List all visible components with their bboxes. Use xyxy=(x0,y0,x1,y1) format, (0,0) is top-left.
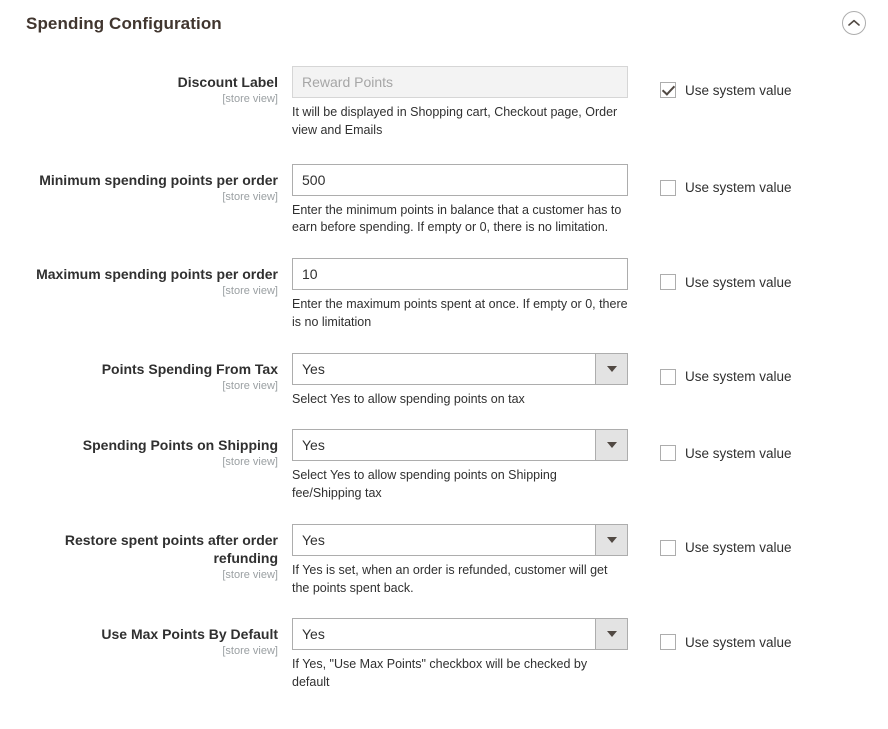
field-row: Use Max Points By Default [store view] Yes… xyxy=(0,618,888,692)
select-value: Yes xyxy=(302,360,325,377)
use-system-value-container: Use system value xyxy=(628,429,888,462)
checkbox-unchecked-icon[interactable] xyxy=(660,368,676,385)
use-system-value-checkbox[interactable]: Use system value xyxy=(660,361,888,385)
use-system-value-checkbox[interactable]: Use system value xyxy=(660,532,888,556)
checkbox-unchecked-icon[interactable] xyxy=(660,539,676,556)
field-comment: Select Yes to allow spending points on S… xyxy=(292,468,557,500)
field-row: Points Spending From Tax [store view] Yes S… xyxy=(0,352,888,409)
use-system-value-label: Use system value xyxy=(685,540,792,556)
field-label: Points Spending From Tax [store view] xyxy=(0,353,292,393)
field-label-text: Minimum spending points per order xyxy=(39,171,278,188)
chevron-down-icon[interactable] xyxy=(595,430,627,461)
field-label: Discount Label [store view] xyxy=(0,66,292,106)
field-scope-label: [store view] xyxy=(222,93,278,106)
use-system-value-checkbox[interactable]: Use system value xyxy=(660,74,888,98)
select-dropdown[interactable]: Yes xyxy=(292,352,628,385)
select-value: Yes xyxy=(302,531,325,548)
use-system-value-label: Use system value xyxy=(685,445,792,461)
text-input[interactable] xyxy=(292,258,628,290)
field-scope-label: [store view] xyxy=(222,379,278,392)
use-system-value-container: Use system value xyxy=(628,353,888,385)
checkbox-unchecked-icon[interactable] xyxy=(660,179,676,196)
field-row: Spending Points on Shipping [store view] Y… xyxy=(0,429,888,503)
field-comment: It will be displayed in Shopping cart, C… xyxy=(292,105,618,137)
chevron-down-icon[interactable] xyxy=(595,353,627,384)
caret-glyph xyxy=(606,442,617,449)
field-scope-label: [store view] xyxy=(222,285,278,298)
field-control: Enter the minimum points in balance that… xyxy=(292,163,628,238)
caret-glyph xyxy=(606,365,617,372)
use-system-value-checkbox[interactable]: Use system value xyxy=(660,437,888,462)
field-row: Restore spent points after order refundi… xyxy=(0,523,888,598)
field-label: Minimum spending points per order [store … xyxy=(0,164,292,204)
use-system-value-label: Use system value xyxy=(685,634,792,650)
field-label-text: Use Max Points By Default xyxy=(101,626,278,643)
field-control: Yes If Yes, "Use Max Points" checkbox wil… xyxy=(292,618,628,692)
checkbox-checked-icon[interactable] xyxy=(660,82,676,98)
field-label-text: Restore spent points after order refundi… xyxy=(64,531,278,566)
field-scope-label: [store view] xyxy=(222,456,278,469)
field-control: It will be displayed in Shopping cart, C… xyxy=(292,66,628,140)
field-control: Yes Select Yes to allow spending points o… xyxy=(292,429,628,503)
field-comment: Select Yes to allow spending points on t… xyxy=(292,391,525,406)
field-label: Maximum spending points per order [store … xyxy=(0,258,292,298)
field-comment: If Yes, "Use Max Points" checkbox will b… xyxy=(292,657,588,689)
select-value: Yes xyxy=(302,626,325,643)
field-label-text: Points Spending From Tax xyxy=(101,360,278,377)
chevron-down-icon[interactable] xyxy=(595,619,627,650)
caret-glyph xyxy=(606,631,617,638)
use-system-value-label: Use system value xyxy=(685,369,792,384)
field-label: Use Max Points By Default [store view] xyxy=(0,618,292,658)
chevron-down-icon[interactable] xyxy=(595,524,627,555)
select-dropdown[interactable]: Yes xyxy=(292,429,628,462)
field-comment: Enter the minimum points in balance that… xyxy=(292,202,622,235)
section-header[interactable]: Spending Configuration xyxy=(0,0,888,48)
use-system-value-container: Use system value xyxy=(628,524,888,556)
field-scope-label: [store view] xyxy=(222,645,278,658)
chevron-up-circle-icon[interactable] xyxy=(842,11,866,35)
field-scope-label: [store view] xyxy=(222,190,278,203)
select-dropdown[interactable]: Yes xyxy=(292,523,628,556)
use-system-value-container: Use system value xyxy=(628,618,888,651)
use-system-value-label: Use system value xyxy=(685,274,792,290)
use-system-value-checkbox[interactable]: Use system value xyxy=(660,266,888,290)
use-system-value-container: Use system value xyxy=(628,258,888,290)
field-control: Yes If Yes is set, when an order is refun… xyxy=(292,523,628,598)
checkbox-unchecked-icon[interactable] xyxy=(660,274,676,290)
field-scope-label: [store view] xyxy=(222,569,278,582)
use-system-value-container: Use system value xyxy=(628,164,888,196)
field-control: Yes Select Yes to allow spending points o… xyxy=(292,352,628,409)
field-row: Discount Label [store view] It will be dis… xyxy=(0,66,888,140)
field-label-text: Spending Points on Shipping xyxy=(82,437,278,454)
field-row: Minimum spending points per order [store … xyxy=(0,163,888,238)
select-dropdown[interactable]: Yes xyxy=(292,618,628,651)
field-label: Restore spent points after order refundi… xyxy=(0,524,292,583)
text-input[interactable] xyxy=(292,163,628,196)
use-system-value-checkbox[interactable]: Use system value xyxy=(660,172,888,196)
use-system-value-label: Use system value xyxy=(685,180,792,195)
field-label: Spending Points on Shipping [store view] xyxy=(0,429,292,469)
use-system-value-container: Use system value xyxy=(628,66,888,98)
field-comment: Enter the maximum points spent at once. … xyxy=(292,297,628,329)
checkbox-unchecked-icon[interactable] xyxy=(660,445,676,462)
checkbox-unchecked-icon[interactable] xyxy=(660,634,676,651)
spending-configuration-fieldset: Discount Label [store view] It will be dis… xyxy=(0,48,888,692)
field-label-text: Discount Label xyxy=(177,74,278,90)
use-system-value-label: Use system value xyxy=(685,82,792,98)
field-control: Enter the maximum points spent at once. … xyxy=(292,258,628,332)
text-input xyxy=(292,66,628,98)
use-system-value-checkbox[interactable]: Use system value xyxy=(660,626,888,651)
field-label-text: Maximum spending points per order xyxy=(36,266,278,282)
caret-glyph xyxy=(606,536,617,543)
field-comment: If Yes is set, when an order is refunded… xyxy=(292,562,608,595)
field-row: Maximum spending points per order [store … xyxy=(0,258,888,332)
select-value: Yes xyxy=(302,437,325,454)
page-title: Spending Configuration xyxy=(26,14,222,33)
